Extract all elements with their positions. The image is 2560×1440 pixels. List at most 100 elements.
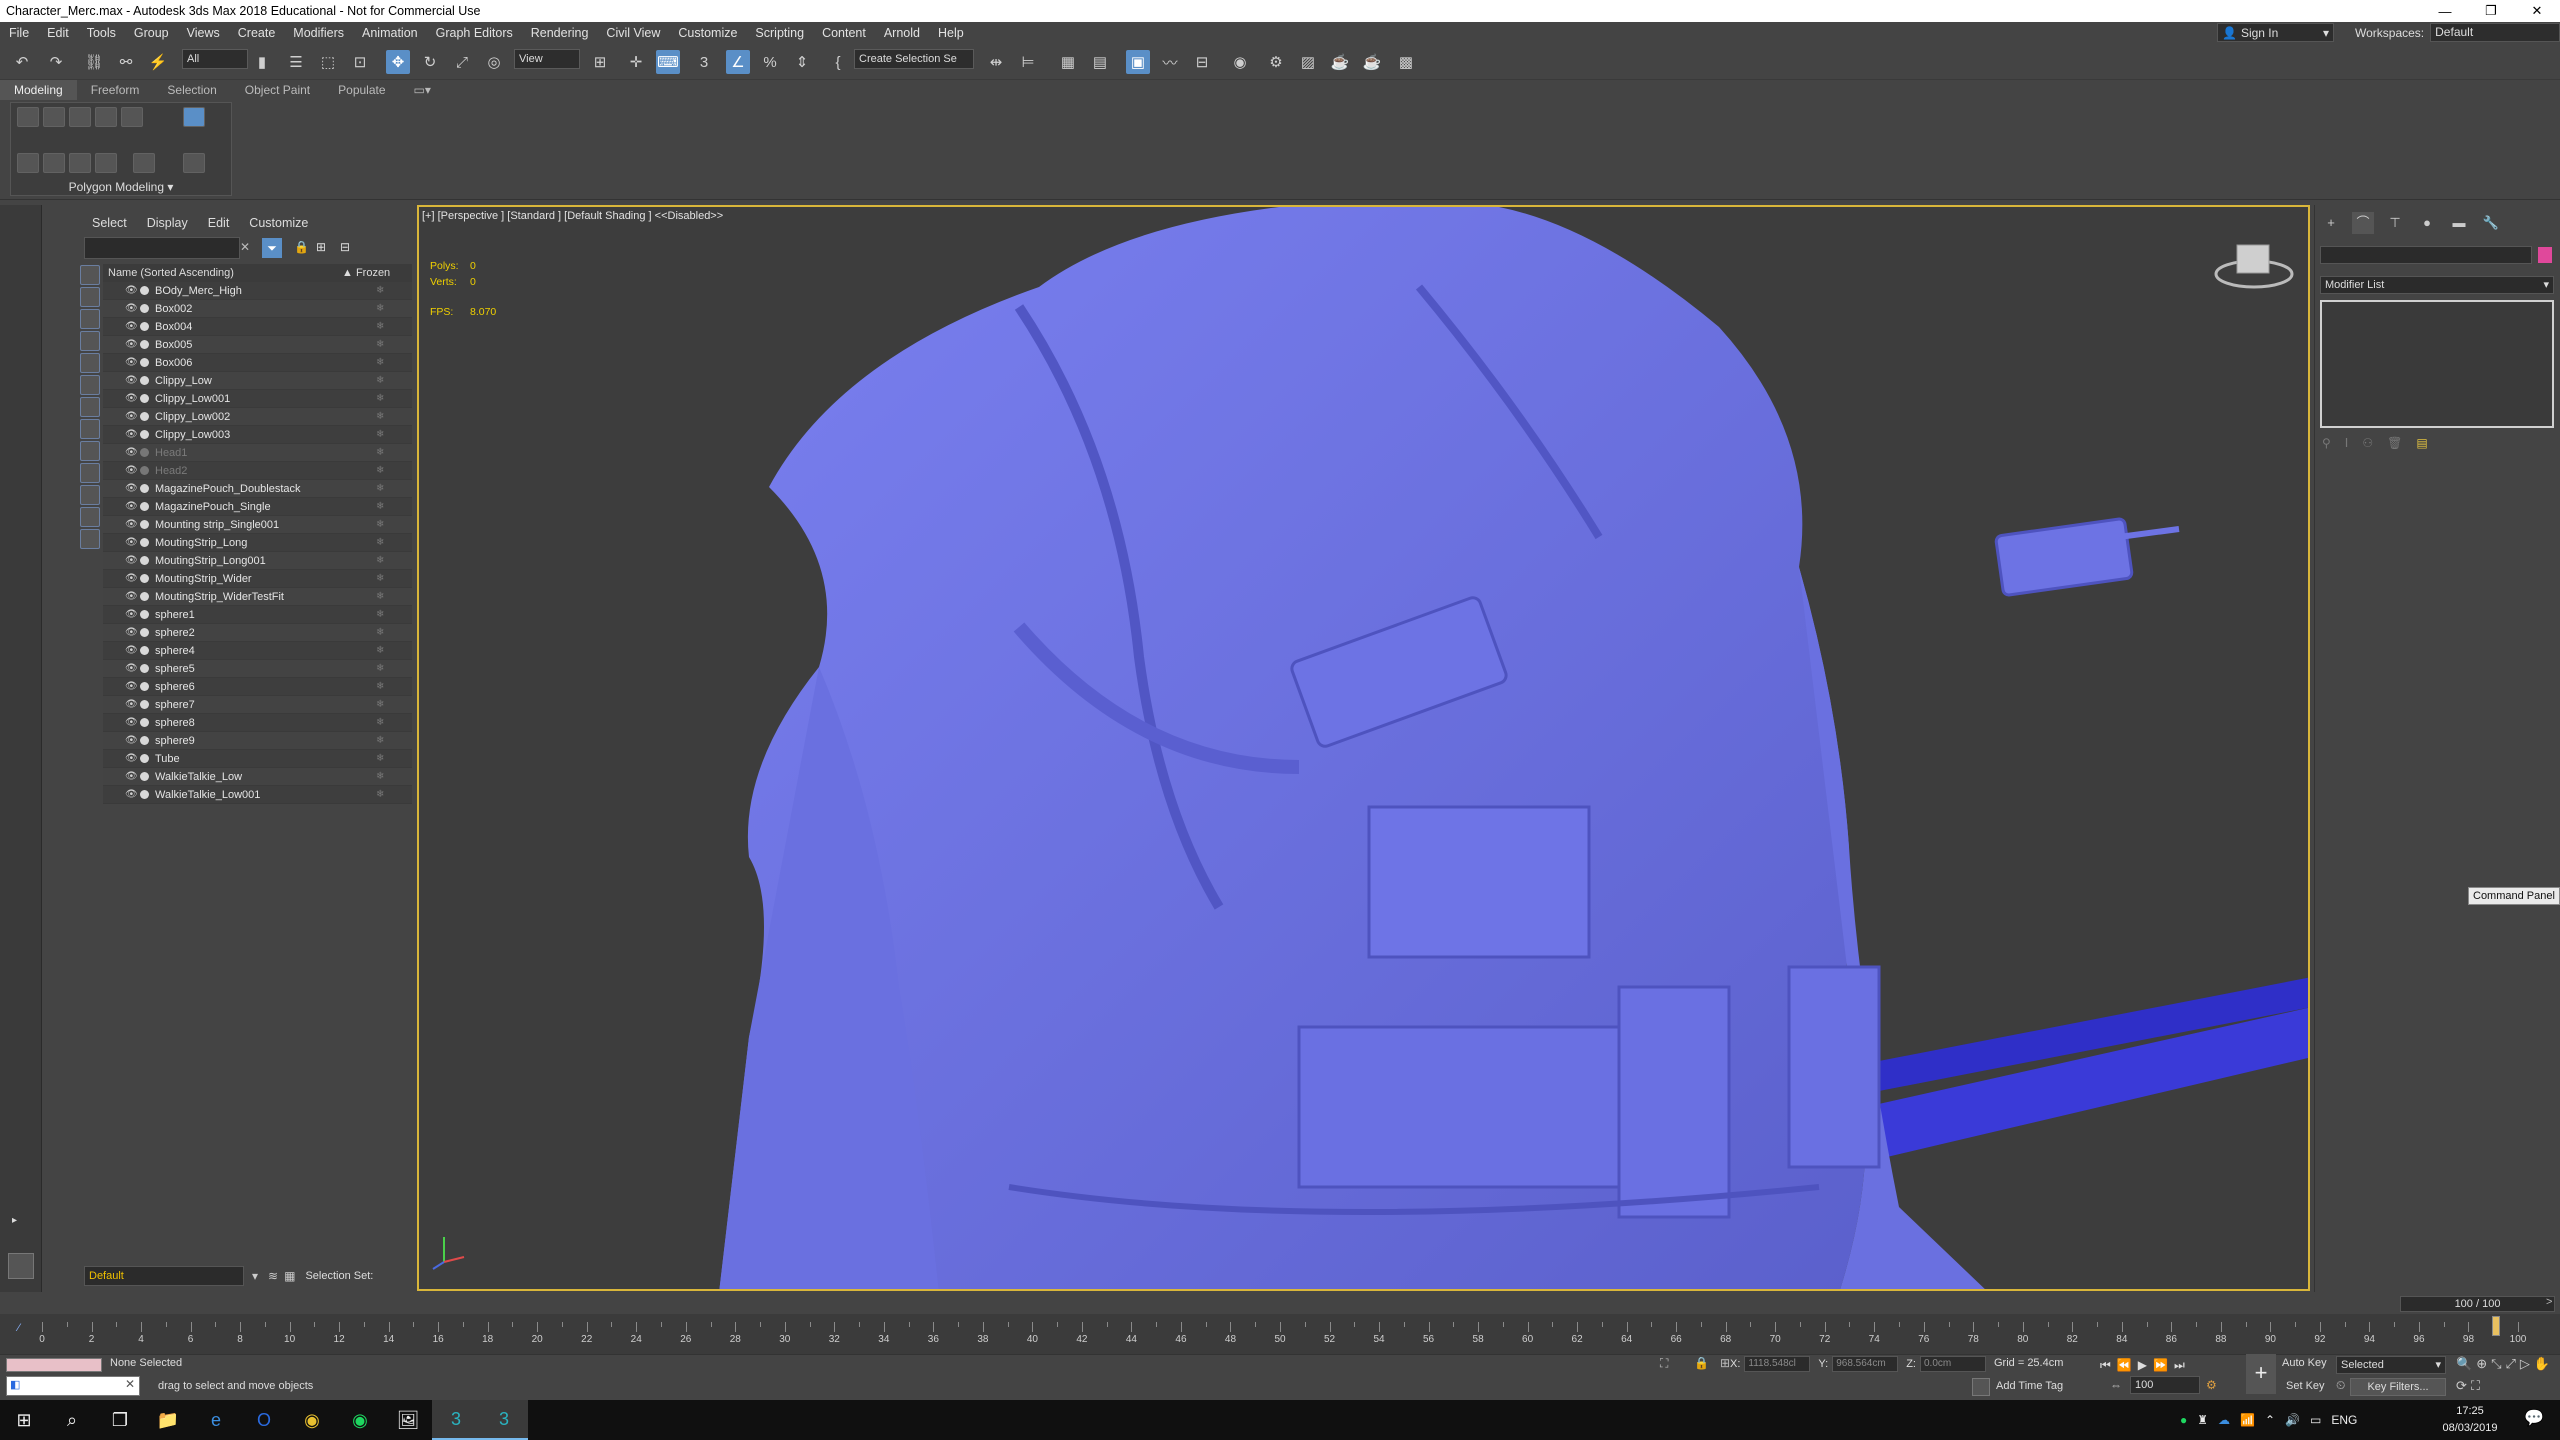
outlook-icon[interactable]: O	[240, 1400, 288, 1440]
object-renderable-icon[interactable]	[140, 556, 149, 565]
freeze-icon[interactable]: ❄	[376, 789, 388, 800]
list-item[interactable]: 👁 sphere6 ❄	[103, 678, 412, 696]
y-coordinate-field[interactable]: 968.564cm	[1832, 1356, 1899, 1372]
modify-mode-button[interactable]	[183, 107, 205, 127]
visibility-eye-icon[interactable]: 👁	[125, 609, 138, 620]
motion-tab-icon[interactable]: ●	[2416, 212, 2438, 234]
list-item[interactable]: 👁 BOdy_Merc_High ❄	[103, 282, 412, 300]
tray-app-icon[interactable]: ♜	[2197, 1413, 2208, 1427]
visibility-eye-icon[interactable]: 👁	[125, 681, 138, 692]
object-name-field[interactable]	[2320, 246, 2532, 264]
chrome-icon[interactable]: ◉	[288, 1400, 336, 1440]
collapse-stack-button[interactable]	[183, 153, 205, 173]
maxscript-listener[interactable]	[6, 1358, 102, 1372]
freeze-icon[interactable]: ❄	[376, 681, 388, 692]
visibility-eye-icon[interactable]: 👁	[125, 447, 138, 458]
freeze-icon[interactable]: ❄	[376, 429, 388, 440]
display-lights-icon[interactable]	[80, 309, 100, 329]
menu-content[interactable]: Content	[813, 26, 875, 40]
list-item[interactable]: 👁 sphere1 ❄	[103, 606, 412, 624]
hierarchy-tab-icon[interactable]: ⊤	[2384, 212, 2406, 234]
list-item[interactable]: 👁 Head1 ❄	[103, 444, 412, 462]
display-spacewarps-icon[interactable]	[80, 375, 100, 395]
object-renderable-icon[interactable]	[140, 484, 149, 493]
list-item[interactable]: 👁 WalkieTalkie_Low001 ❄	[103, 786, 412, 804]
visibility-eye-icon[interactable]: 👁	[125, 735, 138, 746]
list-item[interactable]: 👁 sphere8 ❄	[103, 714, 412, 732]
lock-icon[interactable]: 🔒	[294, 240, 309, 254]
visibility-eye-icon[interactable]: 👁	[125, 699, 138, 710]
key-filters-button[interactable]: Key Filters...	[2350, 1378, 2446, 1396]
edge-icon[interactable]: e	[192, 1400, 240, 1440]
maxscript-input[interactable]: ◧ ✕	[6, 1376, 140, 1396]
windows-start-icon[interactable]: ⊞	[0, 1400, 48, 1440]
visibility-eye-icon[interactable]: 👁	[125, 483, 138, 494]
object-renderable-icon[interactable]	[140, 682, 149, 691]
unlink-icon[interactable]: ⚯	[114, 50, 138, 74]
scene-explorer-icon[interactable]: ▦	[1056, 50, 1080, 74]
selection-filter-dropdown[interactable]: All	[182, 49, 248, 69]
menu-arnold[interactable]: Arnold	[875, 26, 929, 40]
photos-icon[interactable]: 🖼	[384, 1400, 432, 1440]
restore-icon[interactable]: ❐	[2468, 0, 2514, 22]
close-icon[interactable]: ✕	[2514, 0, 2560, 22]
list-item[interactable]: 👁 Mounting strip_Single001 ❄	[103, 516, 412, 534]
set-key-icon[interactable]: +	[2246, 1354, 2276, 1394]
set-key-button[interactable]: Set Key	[2286, 1380, 2325, 1392]
visibility-eye-icon[interactable]: 👁	[125, 555, 138, 566]
visibility-eye-icon[interactable]: 👁	[125, 663, 138, 674]
layer-dropdown-icon[interactable]: ▾	[252, 1269, 258, 1283]
minimize-icon[interactable]: —	[2422, 0, 2468, 22]
polygon-mode-button[interactable]	[95, 107, 117, 127]
freeze-icon[interactable]: ❄	[376, 357, 388, 368]
add-time-tag-button[interactable]: Add Time Tag	[1996, 1380, 2063, 1392]
list-item[interactable]: 👁 Box004 ❄	[103, 318, 412, 336]
reference-coord-dropdown[interactable]: View	[514, 49, 580, 69]
list-item[interactable]: 👁 Box006 ❄	[103, 354, 412, 372]
snaps-toggle-icon[interactable]: 3	[692, 50, 716, 74]
filter-icon[interactable]: ⏷	[262, 238, 282, 258]
freeze-icon[interactable]: ❄	[376, 285, 388, 296]
onedrive-icon[interactable]: ☁	[2218, 1413, 2230, 1427]
edit-named-sets-icon[interactable]: {	[826, 50, 850, 74]
menu-create[interactable]: Create	[229, 26, 285, 40]
spotify-tray-icon[interactable]: ●	[2180, 1413, 2187, 1427]
menu-help[interactable]: Help	[929, 26, 973, 40]
menu-group[interactable]: Group	[125, 26, 178, 40]
preview-sub-button[interactable]	[43, 153, 65, 173]
spotify-icon[interactable]: ◉	[336, 1400, 384, 1440]
visibility-eye-icon[interactable]: 👁	[125, 573, 138, 584]
list-item[interactable]: 👁 Box005 ❄	[103, 336, 412, 354]
window-crossing-icon[interactable]: ⊡	[348, 50, 372, 74]
list-item[interactable]: 👁 Clippy_Low003 ❄	[103, 426, 412, 444]
chevron-up-icon[interactable]: ⌃	[2265, 1413, 2275, 1427]
list-item[interactable]: 👁 sphere2 ❄	[103, 624, 412, 642]
display-all-icon[interactable]	[80, 529, 100, 549]
link-icon[interactable]: ⛓	[82, 50, 106, 74]
object-renderable-icon[interactable]	[140, 448, 149, 457]
expand-layouts-icon[interactable]: ▸	[12, 1215, 17, 1226]
language-indicator[interactable]: ENG	[2331, 1413, 2357, 1427]
viewcube-icon[interactable]	[2214, 244, 2294, 289]
object-renderable-icon[interactable]	[140, 340, 149, 349]
display-hidden-icon[interactable]	[80, 507, 100, 527]
freeze-icon[interactable]: ❄	[376, 465, 388, 476]
object-color-swatch[interactable]	[2538, 247, 2552, 263]
clear-script-icon[interactable]: ✕	[125, 1377, 135, 1391]
list-item[interactable]: 👁 Clippy_Low002 ❄	[103, 408, 412, 426]
display-containers-icon[interactable]	[80, 463, 100, 483]
make-unique-icon[interactable]: ⚇	[2362, 436, 2373, 452]
time-slider-next-icon[interactable]: >	[2546, 1296, 2552, 1308]
freeze-icon[interactable]: ❄	[376, 537, 388, 548]
freeze-icon[interactable]: ❄	[376, 339, 388, 350]
tab-selection[interactable]: Selection	[153, 80, 230, 100]
edge-mode-button[interactable]	[43, 107, 65, 127]
object-renderable-icon[interactable]	[140, 412, 149, 421]
frozen-column-header[interactable]: ▲ Frozen	[342, 267, 412, 279]
menu-edit[interactable]: Edit	[38, 26, 78, 40]
3dsmax-second-taskbar-icon[interactable]: 3	[480, 1400, 528, 1440]
current-layer-dropdown[interactable]: Default	[84, 1266, 244, 1286]
visibility-eye-icon[interactable]: 👁	[125, 789, 138, 800]
display-bones-icon[interactable]	[80, 441, 100, 461]
freeze-icon[interactable]: ❄	[376, 321, 388, 332]
